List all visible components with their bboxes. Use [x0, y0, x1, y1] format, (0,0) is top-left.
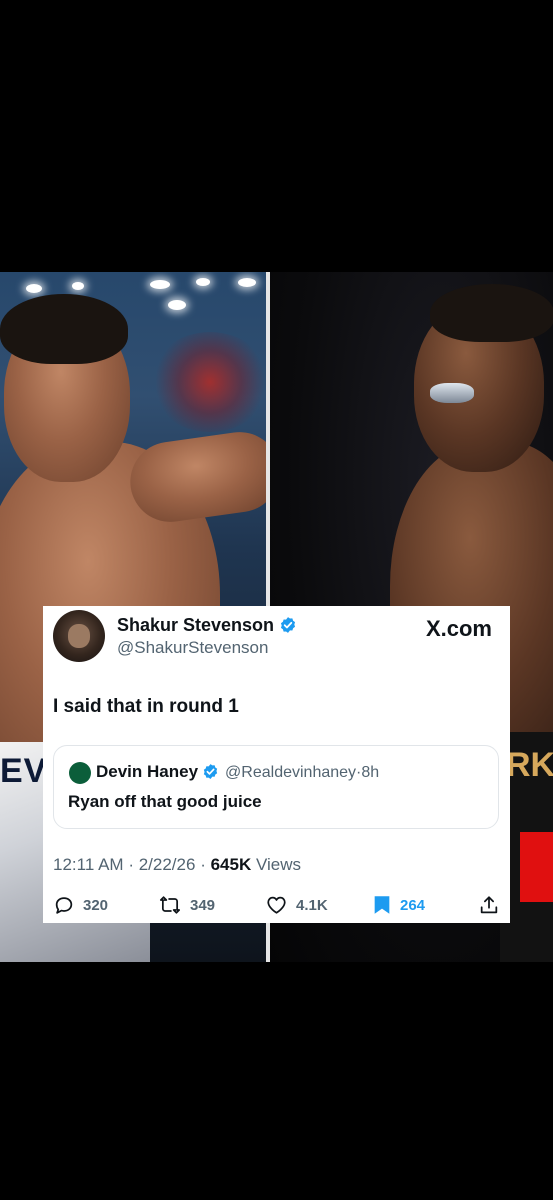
- bookmark-icon: [372, 894, 392, 916]
- quoted-verified-badge-icon: [202, 763, 219, 785]
- reply-button[interactable]: 320: [53, 892, 108, 918]
- author-handle[interactable]: @ShakurStevenson: [117, 638, 268, 658]
- quoted-tweet[interactable]: Devin Haney @Realdevinhaney·8h Ryan off t…: [53, 745, 499, 829]
- author-name[interactable]: Shakur Stevenson: [117, 615, 274, 635]
- repost-button[interactable]: 349: [158, 892, 215, 918]
- site-label-text: X.com: [425, 616, 492, 641]
- like-count: 4.1K: [296, 896, 328, 914]
- site-label: X.com: [426, 616, 492, 642]
- share-icon: [478, 894, 500, 916]
- quoted-author-name[interactable]: Devin Haney: [96, 762, 198, 781]
- heart-icon: [265, 894, 288, 916]
- verified-badge-icon: [279, 616, 297, 639]
- bookmark-button[interactable]: 264: [372, 892, 425, 918]
- quoted-tweet-text: Ryan off that good juice: [68, 792, 262, 811]
- share-button[interactable]: [478, 892, 500, 918]
- bookmark-count: 264: [400, 896, 426, 914]
- left-trunks-text: EV: [0, 752, 48, 790]
- action-bar: 320 349 4.1K 264: [43, 892, 510, 918]
- author-name-row[interactable]: Shakur Stevenson: [117, 615, 297, 639]
- views-count: 645K: [210, 855, 252, 874]
- views-label: Views: [255, 855, 302, 874]
- quoted-author-avatar[interactable]: [69, 762, 91, 784]
- like-button[interactable]: 4.1K: [265, 892, 328, 918]
- repost-icon: [158, 894, 182, 916]
- quoted-author-handle[interactable]: @Realdevinhaney: [225, 764, 356, 781]
- reply-icon: [53, 894, 75, 916]
- tweet-time[interactable]: 12:11 AM: [53, 855, 124, 874]
- quoted-tweet-age: 8h: [361, 764, 380, 781]
- repost-count: 349: [190, 896, 216, 914]
- author-avatar[interactable]: [53, 610, 105, 662]
- tweet-text: I said that in round 1: [53, 696, 239, 717]
- tweet-date[interactable]: 2/22/26: [139, 855, 196, 874]
- right-trunks-text: RK: [506, 746, 553, 784]
- meta-separator: ·: [200, 855, 206, 874]
- quoted-author-row: Devin Haney @Realdevinhaney·8h: [96, 762, 379, 785]
- tweet-meta: 12:11 AM · 2/22/26 · 645K Views: [53, 855, 301, 875]
- reply-count: 320: [83, 896, 109, 914]
- tweet-card: Shakur Stevenson @ShakurStevenson X.com …: [43, 606, 510, 923]
- meta-separator: ·: [128, 855, 134, 874]
